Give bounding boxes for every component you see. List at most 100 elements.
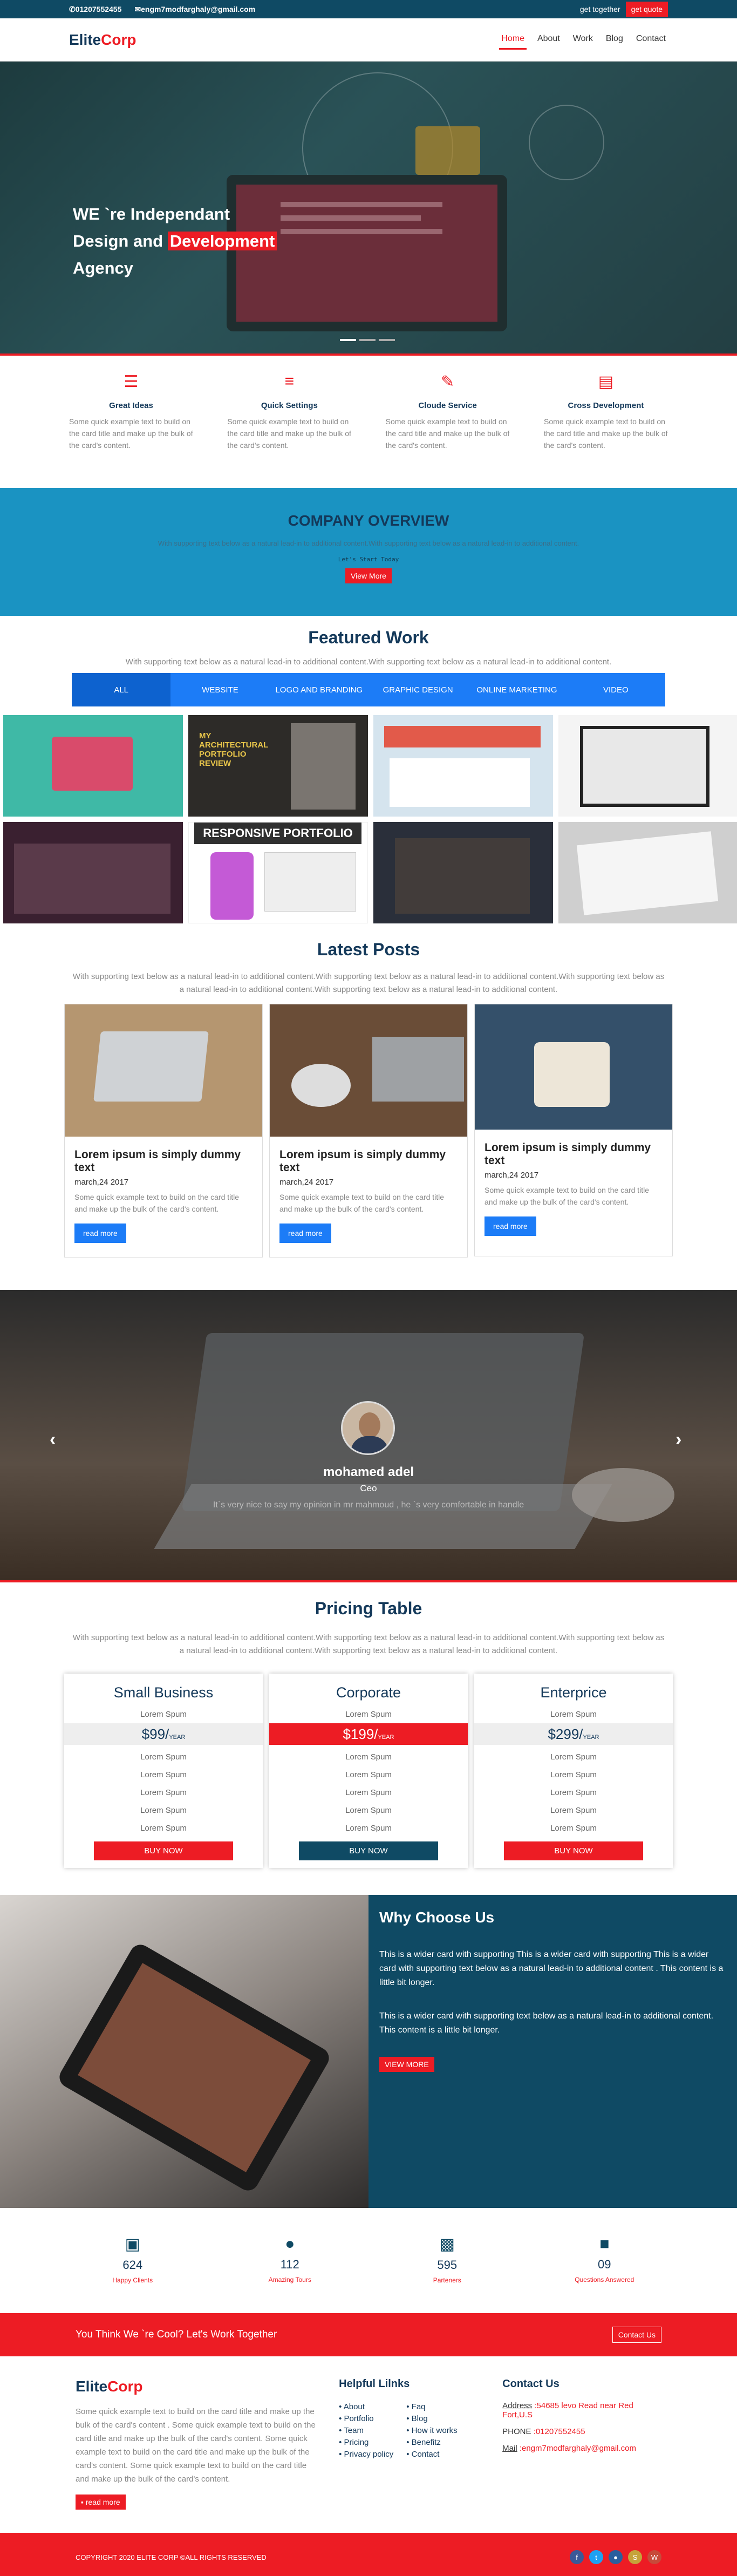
portfolio-item[interactable] xyxy=(373,715,553,817)
footer-links-col2: Faq Blog How it works Benefitz Contact xyxy=(406,2401,458,2461)
footer: EliteCorp Some quick example text to bui… xyxy=(0,2356,737,2533)
post-date: march,24 2017 xyxy=(74,1178,129,1187)
post-title[interactable]: Lorem ipsum is simply dummy text xyxy=(484,1141,663,1167)
portfolio-caption: RESPONSIVE PORTFOLIO xyxy=(194,823,361,844)
footer-link-portfolio[interactable]: Portfolio xyxy=(339,2413,393,2425)
plan-feature: Lorem Spum xyxy=(550,1788,597,1797)
footer-link-faq[interactable]: Faq xyxy=(406,2401,457,2413)
buy-now-button[interactable]: BUY NOW xyxy=(94,1841,233,1860)
skype-icon[interactable]: S xyxy=(628,2550,642,2564)
view-more-button[interactable]: View More xyxy=(345,568,392,583)
nav-work[interactable]: Work xyxy=(571,30,595,50)
slider-dot[interactable] xyxy=(359,339,376,341)
section-subtitle: With supporting text below as a natural … xyxy=(72,1633,665,1655)
section-title: Pricing Table xyxy=(315,1599,422,1618)
buy-now-button[interactable]: BUY NOW xyxy=(504,1841,643,1860)
portfolio-item[interactable] xyxy=(3,715,183,817)
get-together-link[interactable]: get together xyxy=(580,5,620,13)
slider-dot[interactable] xyxy=(379,339,395,341)
chevron-left-icon[interactable]: ‹ xyxy=(50,1429,56,1450)
footer-link-privacy[interactable]: Privacy policy xyxy=(339,2449,394,2461)
footer-logo[interactable]: EliteCorp xyxy=(76,2378,317,2395)
testimonial-quote: It`s very nice to say my opinion in mr m… xyxy=(213,1500,524,1510)
footer-address: Address :54685 levo Read near Red Fort,U… xyxy=(502,2401,633,2419)
tab-graphic-design[interactable]: GRAPHIC DESIGN xyxy=(368,673,467,706)
feature-title: Great Ideas xyxy=(109,401,153,410)
post-title[interactable]: Lorem ipsum is simply dummy text xyxy=(74,1148,253,1174)
tab-all[interactable]: ALL xyxy=(72,673,171,706)
post-date: march,24 2017 xyxy=(484,1171,539,1180)
plan-feature: Lorem Spum xyxy=(345,1770,392,1779)
footer-link-team[interactable]: Team xyxy=(339,2425,393,2437)
post-image xyxy=(475,1004,672,1130)
plan-feature: Lorem Spum xyxy=(140,1770,187,1779)
portfolio-item[interactable] xyxy=(373,822,553,923)
buy-now-button[interactable]: BUY NOW xyxy=(299,1841,438,1860)
tab-online-marketing[interactable]: ONLINE MARKETING xyxy=(467,673,566,706)
stat-label: Amazing Tours xyxy=(268,2276,311,2283)
footer-mail[interactable]: Mail :engm7modfarghaly@gmail.com xyxy=(502,2444,661,2453)
tab-video[interactable]: VIDEO xyxy=(567,673,665,706)
featured-work-section: Featured Work With supporting text below… xyxy=(0,616,737,923)
footer-about-text: Some quick example text to build on the … xyxy=(76,2407,316,2484)
footer-link-contact[interactable]: Contact xyxy=(406,2449,457,2461)
plan-feature: Lorem Spum xyxy=(550,1752,597,1762)
footer-link-blog[interactable]: Blog xyxy=(406,2413,457,2425)
post-title[interactable]: Lorem ipsum is simply dummy text xyxy=(279,1148,458,1174)
footer-contact-title: Contact Us xyxy=(502,2378,559,2390)
slider-dot[interactable] xyxy=(340,339,356,341)
list-box-icon: ▤ xyxy=(598,372,614,391)
nav-menu: Home About Work Blog Contact xyxy=(499,30,668,50)
chat-bubble-icon: ■ xyxy=(599,2235,610,2253)
plan-enterprice: Enterprice Lorem Spum $299/YEAR Lorem Sp… xyxy=(474,1674,673,1868)
nav-home[interactable]: Home xyxy=(499,30,527,50)
get-quote-button[interactable]: get quote xyxy=(625,2,668,17)
portfolio-item[interactable] xyxy=(558,822,737,923)
hero-video-illustration xyxy=(415,126,480,175)
twitter-icon[interactable]: t xyxy=(589,2550,603,2564)
feature-great-ideas: ☰ Great Ideas Some quick example text to… xyxy=(69,372,193,466)
pricing-plans: Small Business Lorem Spum $99/YEAR Lorem… xyxy=(0,1674,737,1868)
feature-text: Some quick example text to build on the … xyxy=(69,417,193,450)
footer-link-about[interactable]: About xyxy=(339,2401,393,2413)
plan-price: $199/YEAR xyxy=(269,1723,468,1745)
tab-logo-branding[interactable]: LOGO AND BRANDING xyxy=(270,673,368,706)
nav-blog[interactable]: Blog xyxy=(604,30,625,50)
plan-name: Corporate xyxy=(336,1684,401,1701)
portfolio-item[interactable]: RESPONSIVE PORTFOLIO xyxy=(188,822,368,923)
plan-feature: Lorem Spum xyxy=(140,1788,187,1797)
portfolio-item[interactable]: MY ARCHITECTURAL PORTFOLIO REVIEW xyxy=(188,715,368,817)
contact-us-button[interactable]: Contact Us xyxy=(612,2327,661,2343)
plan-feature: Lorem Spum xyxy=(140,1752,187,1762)
wordpress-icon[interactable]: W xyxy=(647,2550,661,2564)
nav-contact[interactable]: Contact xyxy=(634,30,668,50)
feature-quick-settings: ≡ Quick Settings Some quick example text… xyxy=(227,372,351,466)
plan-feature: Lorem Spum xyxy=(345,1788,392,1797)
stat-happy-clients: ▣ 624 Happy Clients xyxy=(79,2235,187,2313)
email-contact[interactable]: ✉engm7modfarghaly@gmail.com xyxy=(134,5,255,14)
site-logo[interactable]: EliteCorp xyxy=(69,31,136,49)
phone-contact[interactable]: ✆01207552455 xyxy=(69,5,121,14)
portfolio-item[interactable] xyxy=(3,822,183,923)
globe-icon[interactable]: ● xyxy=(609,2550,623,2564)
pricing-section: Pricing Table With supporting text below… xyxy=(0,1582,737,1868)
slider-indicators[interactable] xyxy=(340,339,395,341)
tab-website[interactable]: WEBSITE xyxy=(170,673,269,706)
footer-link-pricing[interactable]: Pricing xyxy=(339,2437,393,2449)
section-title: Latest Posts xyxy=(317,940,420,959)
read-more-button[interactable]: read more xyxy=(74,1224,126,1243)
contact-book-icon: ▣ xyxy=(125,2235,140,2253)
facebook-icon[interactable]: f xyxy=(570,2550,584,2564)
why-paragraph: This is a wider card with supporting tex… xyxy=(379,2011,714,2035)
footer-link-how-it-works[interactable]: How it works xyxy=(406,2425,458,2437)
read-more-button[interactable]: read more xyxy=(279,1224,331,1243)
footer-link-benefitz[interactable]: Benefitz xyxy=(406,2437,457,2449)
chevron-right-icon[interactable]: › xyxy=(675,1429,681,1450)
read-more-button[interactable]: read more xyxy=(484,1216,536,1236)
view-more-button[interactable]: VIEW MORE xyxy=(379,2057,434,2072)
why-choose-us-section: Why Choose Us This is a wider card with … xyxy=(0,1895,737,2208)
portfolio-item[interactable] xyxy=(558,715,737,817)
nav-about[interactable]: About xyxy=(535,30,562,50)
feature-text: Some quick example text to build on the … xyxy=(385,417,510,450)
footer-read-more-button[interactable]: ▪ read more xyxy=(76,2495,126,2510)
